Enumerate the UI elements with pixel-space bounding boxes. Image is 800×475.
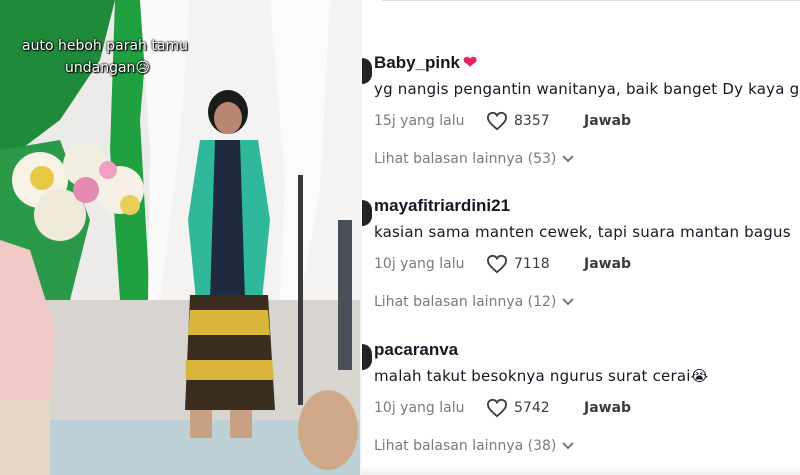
view-more-replies[interactable]: Lihat balasan lainnya (38): [374, 438, 800, 454]
chevron-down-icon: [562, 298, 575, 306]
like-button[interactable]: 8357: [486, 111, 584, 131]
video-player[interactable]: auto heboh parah tamu undangan😥: [0, 0, 360, 475]
reply-button[interactable]: Jawab: [584, 256, 631, 272]
comment-item: Baby_pink ❤ yg nangis pengantin wanitanya…: [374, 53, 800, 167]
view-more-replies-label: Lihat balasan lainnya (53): [374, 151, 557, 167]
chevron-down-icon: [562, 442, 575, 450]
video-caption-line-2: undangan😥: [64, 60, 151, 76]
comment-text: malah takut besoknya ngurus surat cerai😭: [374, 367, 709, 385]
comment-time: 10j yang lalu: [374, 400, 465, 416]
video-caption-line-1: auto heboh parah tamu: [22, 38, 188, 54]
comment-text: kasian sama manten cewek, tapi suara man…: [374, 223, 791, 241]
heart-outline-icon: [486, 254, 508, 274]
view-more-replies[interactable]: Lihat balasan lainnya (53): [374, 151, 800, 167]
comment-meta: 15j yang lalu 8357 Jawab: [374, 111, 800, 131]
chevron-down-icon: [562, 155, 575, 163]
like-count: 7118: [514, 256, 550, 272]
comment-username[interactable]: mayafitriardini21: [374, 196, 510, 215]
like-count: 8357: [514, 113, 550, 129]
comment-meta: 10j yang lalu 7118 Jawab: [374, 254, 800, 274]
avatar[interactable]: [362, 200, 372, 226]
comment-text: yg nangis pengantin wanitanya, baik bang…: [374, 80, 800, 98]
heart-outline-icon: [486, 398, 508, 418]
view-more-replies-label: Lihat balasan lainnya (12): [374, 294, 557, 310]
comment-item: pacaranva malah takut besoknya ngurus su…: [374, 340, 800, 454]
comment-time: 10j yang lalu: [374, 256, 465, 272]
comment-username[interactable]: pacaranva: [374, 340, 458, 359]
avatar[interactable]: [362, 344, 372, 370]
like-count: 5742: [514, 400, 550, 416]
red-heart-emoji: ❤: [462, 53, 478, 72]
top-separator: [382, 0, 800, 1]
comment-item: mayafitriardini21 kasian sama manten cew…: [374, 196, 800, 310]
comment-username[interactable]: Baby_pink: [374, 53, 460, 72]
bottom-edge: [362, 466, 800, 475]
reply-button[interactable]: Jawab: [584, 113, 631, 129]
like-button[interactable]: 7118: [486, 254, 584, 274]
like-button[interactable]: 5742: [486, 398, 584, 418]
comment-meta: 10j yang lalu 5742 Jawab: [374, 398, 800, 418]
view-more-replies-label: Lihat balasan lainnya (38): [374, 438, 557, 454]
reply-button[interactable]: Jawab: [584, 400, 631, 416]
comment-time: 15j yang lalu: [374, 113, 465, 129]
comments-panel: Baby_pink ❤ yg nangis pengantin wanitanya…: [362, 0, 800, 475]
view-more-replies[interactable]: Lihat balasan lainnya (12): [374, 294, 800, 310]
avatar[interactable]: [362, 58, 372, 84]
heart-outline-icon: [486, 111, 508, 131]
